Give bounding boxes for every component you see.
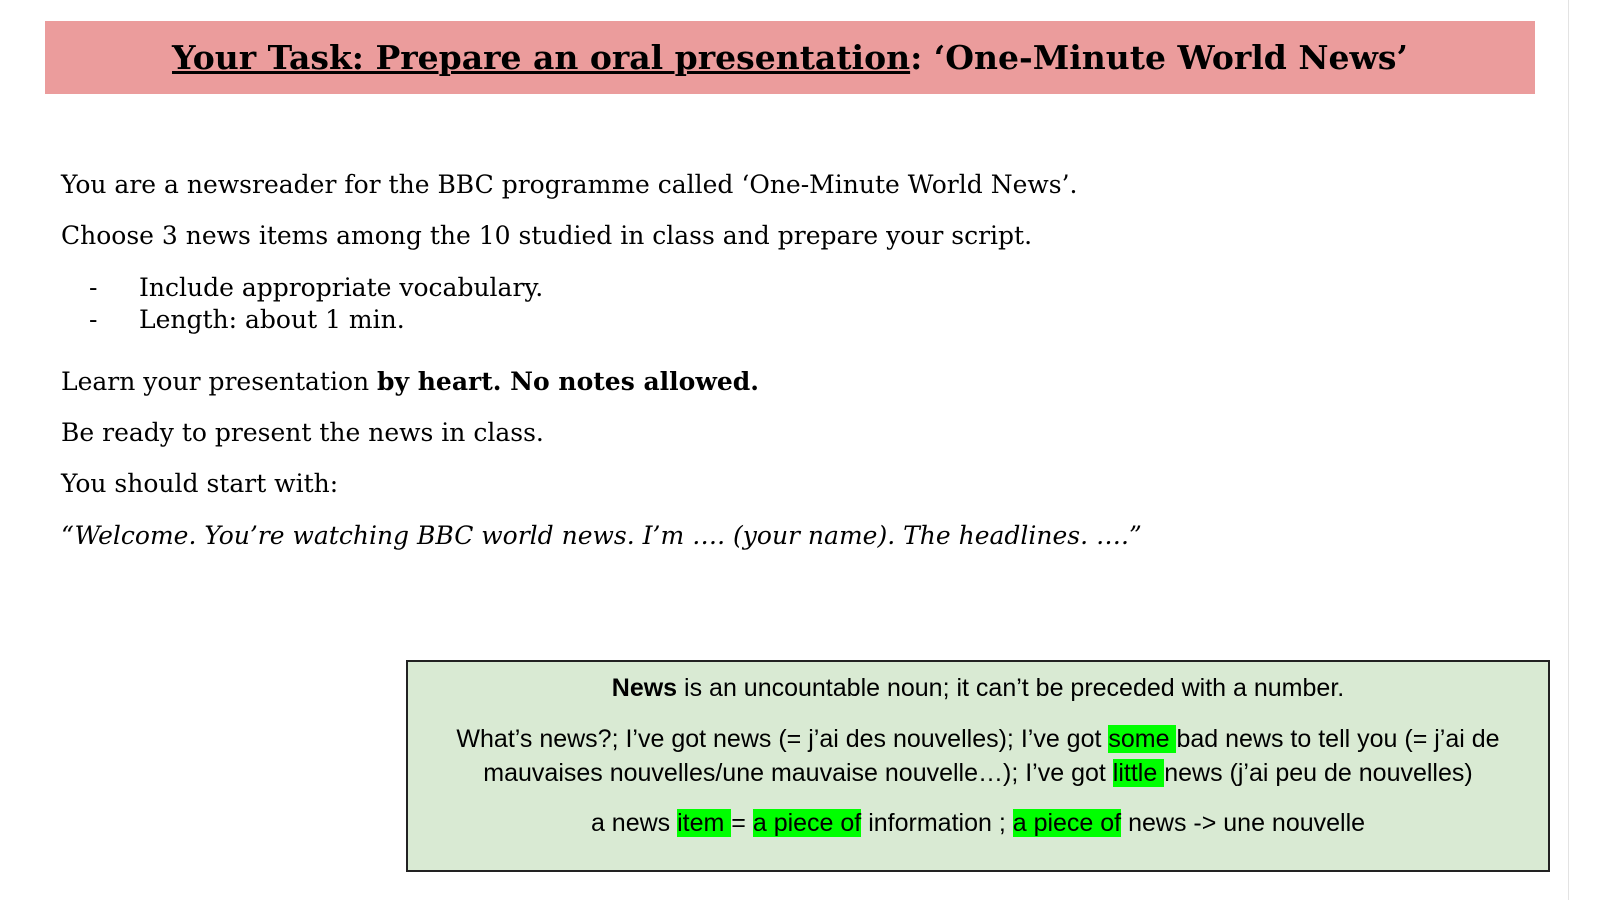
bullet-dash: - <box>89 273 98 302</box>
note-text: = <box>731 809 753 837</box>
note-text: What’s news?; I’ve got news (= j’ai des … <box>456 725 1109 753</box>
page-edge-divider <box>1568 0 1569 900</box>
note-keyword: News <box>611 674 678 702</box>
choose-text: Choose 3 news items among the 10 studied… <box>61 221 1033 250</box>
learn-prefix: Learn your presentation <box>61 367 378 396</box>
note-line-examples-2: mauvaises nouvelles/une mauvaise nouvell… <box>408 759 1548 788</box>
note-line-uncountable: News is an uncountable noun; it can’t be… <box>408 674 1548 703</box>
highlight-a-piece-of: a piece of <box>752 809 862 837</box>
intro-text: You are a newsreader for the BBC program… <box>61 170 1078 199</box>
bullet-item: - Include appropriate vocabulary. <box>89 273 543 302</box>
title-banner: Your Task: Prepare an oral presentation:… <box>45 21 1535 94</box>
bullet-text: Length: about 1 min. <box>139 305 405 334</box>
note-text: mauvaises nouvelles/une mauvaise nouvell… <box>483 759 1113 787</box>
highlight-a-piece-of: a piece of <box>1012 809 1122 837</box>
learn-emphasis: by heart. No notes allowed. <box>377 367 759 396</box>
highlight-some: some <box>1108 725 1177 753</box>
note-text: is an uncountable noun; it can’t be prec… <box>677 674 1345 702</box>
title-programme-name: : ‘One-Minute World News’ <box>910 38 1408 77</box>
highlight-little: little <box>1112 759 1165 787</box>
bullet-text: Include appropriate vocabulary. <box>139 273 544 302</box>
note-text: news (j’ai peu de nouvelles) <box>1164 759 1473 787</box>
note-text: a news <box>590 809 678 837</box>
title-task-label: Your Task: Prepare an oral presentation <box>172 38 911 77</box>
opening-quote: “Welcome. You’re watching BBC world news… <box>61 521 1142 550</box>
bullet-dash: - <box>89 305 98 334</box>
ready-text: Be ready to present the news in class. <box>61 418 544 447</box>
note-text: information ; <box>861 809 1013 837</box>
start-text: You should start with: <box>61 469 339 498</box>
note-text: bad news to tell you (= j’ai de <box>1176 725 1500 753</box>
note-text: news -> une nouvelle <box>1121 809 1366 837</box>
highlight-item: item <box>677 809 732 837</box>
note-line-news-item: a news item = a piece of information ; a… <box>408 809 1548 838</box>
note-line-examples-1: What’s news?; I’ve got news (= j’ai des … <box>408 725 1548 754</box>
learn-text: Learn your presentation by heart. No not… <box>61 367 759 396</box>
bullet-item: - Length: about 1 min. <box>89 305 405 334</box>
grammar-note-box: News is an uncountable noun; it can’t be… <box>406 660 1550 872</box>
